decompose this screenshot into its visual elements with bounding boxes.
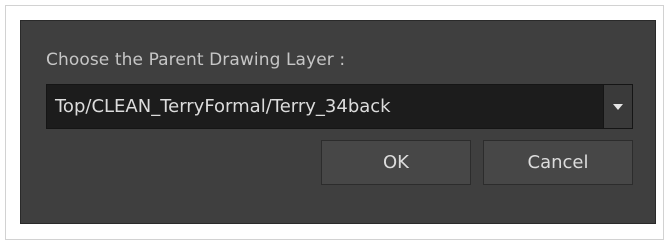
dropdown-arrow-button[interactable]	[603, 85, 632, 128]
dialog-prompt: Choose the Parent Drawing Layer :	[46, 50, 346, 70]
cancel-button[interactable]: Cancel	[483, 140, 633, 185]
parent-layer-dialog: Choose the Parent Drawing Layer : Top/CL…	[20, 20, 656, 224]
parent-layer-dropdown[interactable]: Top/CLEAN_TerryFormal/Terry_34back	[46, 84, 633, 129]
dropdown-selected-value: Top/CLEAN_TerryFormal/Terry_34back	[55, 96, 391, 117]
chevron-down-icon	[613, 103, 623, 110]
ok-button[interactable]: OK	[321, 140, 471, 185]
